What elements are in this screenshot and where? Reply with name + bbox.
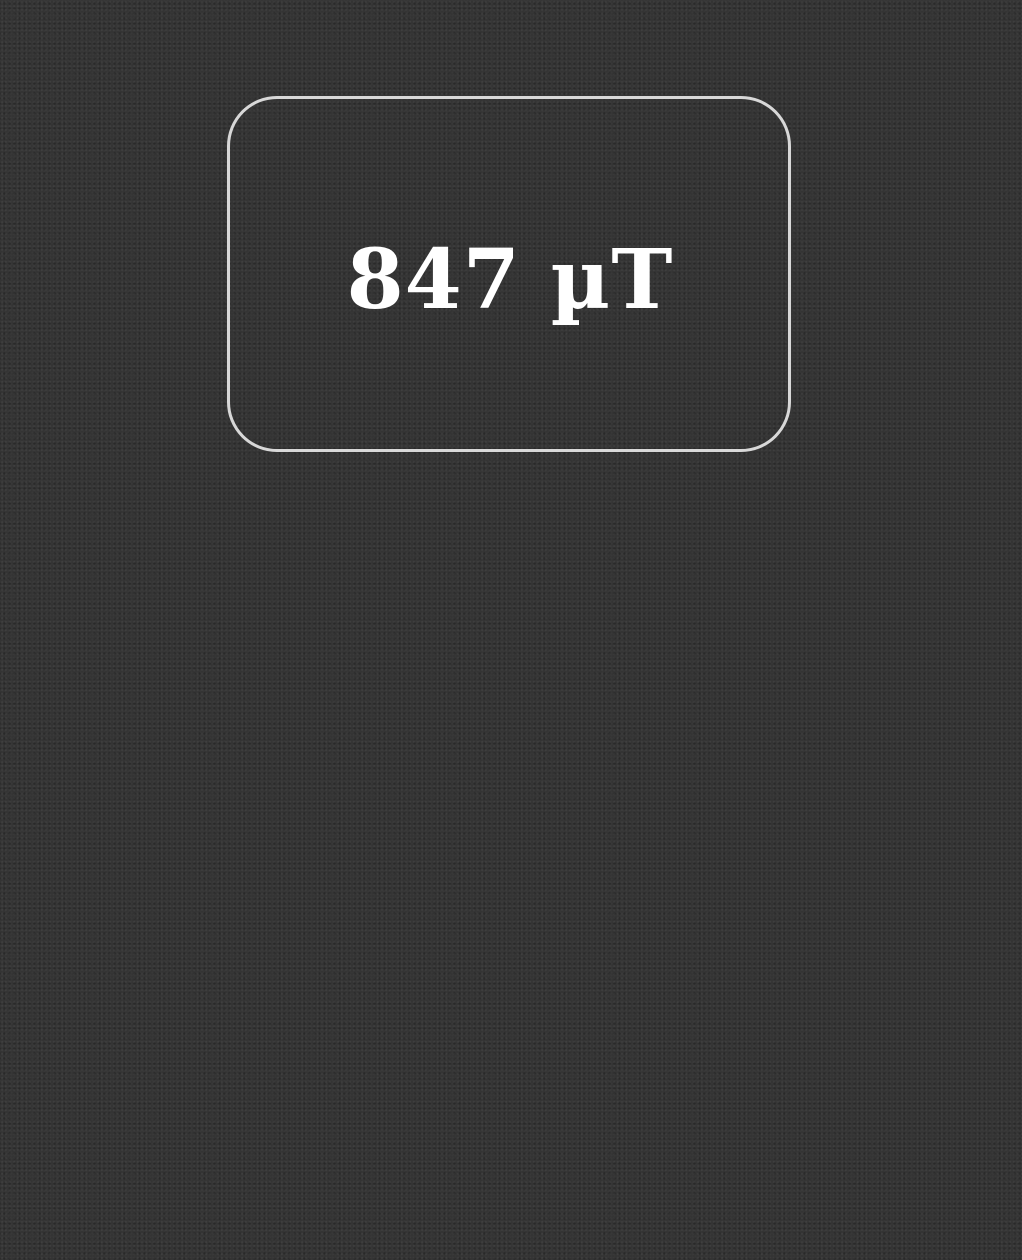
- magnetic-field-reading: 847 µT: [346, 232, 674, 328]
